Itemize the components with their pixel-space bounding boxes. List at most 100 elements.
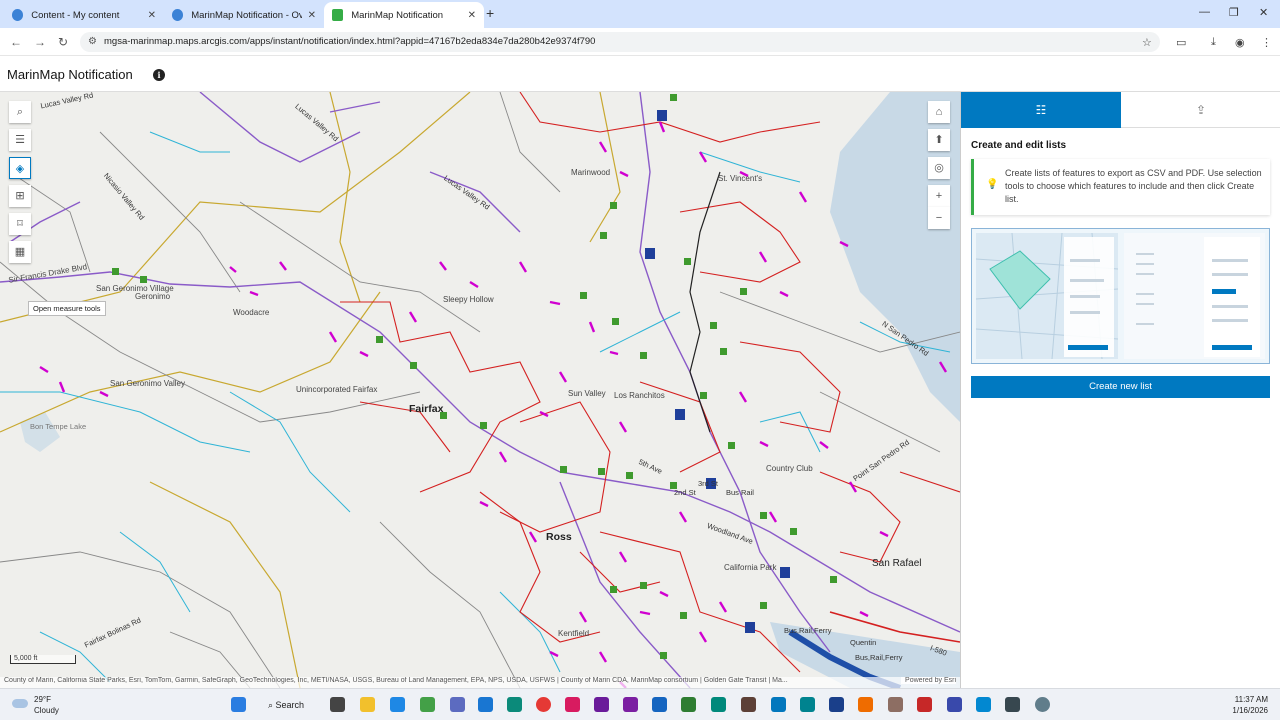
arcgis-favicon-icon [172,9,184,21]
minus-icon: − [935,212,943,224]
main-roads [0,92,960,688]
cast-icon[interactable]: ▭ [1176,36,1186,49]
app-title: MarinMap Notification [7,67,133,82]
app-icon[interactable] [829,697,844,712]
map-view[interactable]: Lucas Valley Rd Lucas Valley Rd Lucas Va… [0,92,960,688]
create-new-list-button[interactable]: Create new list [971,376,1270,398]
app-icon[interactable] [711,697,726,712]
app-icon[interactable] [565,697,580,712]
map-attribution: County of Marin, California State Parks,… [0,677,960,688]
search-label: Search [275,700,305,710]
compass-button[interactable]: ⬆ [928,129,950,151]
tab-title: MarinMap Notification - Overvi [191,9,302,21]
map-canvas[interactable] [0,92,960,688]
layers-icon: ◈ [15,163,25,175]
bookmark-star-icon[interactable]: ☆ [1142,36,1152,49]
close-window-icon[interactable]: ✕ [1259,6,1268,19]
chrome-icon[interactable] [536,697,551,712]
app-icon[interactable] [917,697,932,712]
browser-tab-notification[interactable]: MarinMap Notification ✕ [324,2,484,28]
app-icon[interactable] [888,697,903,712]
settings-icon[interactable] [1035,697,1050,712]
measure-tooltip: Open measure tools [28,301,106,316]
site-info-icon[interactable]: ⚙ [88,36,97,47]
app-icon[interactable] [741,697,756,712]
illustration-graphic [975,232,1265,360]
basemap-tool-button[interactable]: ▦ [9,241,31,263]
zoom-out-button[interactable]: − [928,207,950,229]
home-button[interactable]: ⌂ [928,101,950,123]
info-icon[interactable]: i [153,69,165,81]
back-icon[interactable]: ← [10,35,22,49]
reload-icon[interactable]: ↻ [58,35,68,49]
app-icon[interactable] [800,697,815,712]
cloud-icon [12,699,28,708]
transit-label: Bus,Rail,Ferry [784,626,832,635]
teams-icon[interactable] [450,697,465,712]
home-icon: ⌂ [935,106,943,118]
close-tab-icon[interactable]: ✕ [468,10,476,21]
powered-by-esri[interactable]: Powered by Esri [901,677,956,684]
close-tab-icon[interactable]: ✕ [148,10,156,21]
legend-tool-button[interactable]: ☰ [9,129,31,151]
browser-tab-content[interactable]: Content - My content ✕ [4,2,164,28]
search-tool-button[interactable]: ⌕ [9,101,31,123]
browser-tab-overview[interactable]: MarinMap Notification - Overvi ✕ [164,2,324,28]
list-icon: ☰ [15,134,25,146]
profile-icon[interactable]: ◉ [1235,36,1245,49]
place-label: Quentin [850,638,877,647]
app-icon[interactable] [1005,697,1020,712]
app-icon[interactable] [947,697,962,712]
app-icon[interactable] [594,697,609,712]
place-label-major: San Rafael [872,558,922,569]
app-icon[interactable] [507,697,522,712]
zoom-in-button[interactable]: + [928,185,950,207]
app-icon[interactable] [420,697,435,712]
layers-tool-button[interactable]: ◈ [9,157,31,179]
app-icon[interactable] [858,697,873,712]
tab-export[interactable]: ⇪ [1121,92,1280,128]
place-label: Woodacre [233,308,270,317]
app-icon[interactable] [976,697,991,712]
clock-time: 11:37 AM [1234,695,1268,704]
parking-markers [645,110,790,633]
menu-icon[interactable]: ⋮ [1261,36,1272,49]
app-icon[interactable] [390,697,405,712]
place-label: Sun Valley [568,389,606,398]
list-icon: ☷ [1035,103,1047,117]
maximize-icon[interactable]: ❐ [1229,6,1239,19]
word-icon[interactable] [652,697,667,712]
search-icon: ⌕ [268,700,276,710]
forward-icon[interactable]: → [34,35,46,49]
tab-lists[interactable]: ☷ [961,92,1121,128]
onenote-icon[interactable] [623,697,638,712]
measure-tool-button[interactable]: ⊞ [9,185,31,207]
clock-date: 1/16/2026 [1232,706,1268,715]
place-label: Geronimo [135,292,171,301]
bookmark-tool-button[interactable]: ⌑ [9,213,31,235]
road-label: 2nd St [674,488,696,497]
file-explorer-icon[interactable] [360,697,375,712]
locate-button[interactable]: ◎ [928,157,950,179]
transit-label: Bus,Rail,Ferry [855,653,903,662]
download-icon[interactable]: ⤓ [1211,36,1216,49]
export-icon: ⇪ [1195,103,1207,117]
excel-icon[interactable] [681,697,696,712]
compass-icon: ⬆ [934,134,944,146]
minimize-icon[interactable]: — [1199,6,1210,18]
app-icon[interactable] [478,697,493,712]
taskbar-search[interactable]: ⌕ Search [260,695,322,715]
place-label: Kentfield [558,629,590,638]
system-clock[interactable]: 11:37 AM 1/16/2026 [1232,694,1268,716]
place-label: California Park [724,563,777,572]
close-tab-icon[interactable]: ✕ [308,10,316,21]
place-label: Sleepy Hollow [443,295,494,304]
new-tab-button[interactable]: + [486,5,494,21]
attribution-text: County of Marin, California State Parks,… [4,677,788,684]
address-bar[interactable]: ⚙ mgsa-marinmap.maps.arcgis.com/apps/ins… [80,32,1160,52]
start-icon[interactable] [231,697,246,712]
lightbulb-icon: 💡 [986,179,999,190]
task-view-icon[interactable] [330,697,345,712]
instant-app-favicon-icon [332,9,344,21]
app-icon[interactable] [771,697,786,712]
